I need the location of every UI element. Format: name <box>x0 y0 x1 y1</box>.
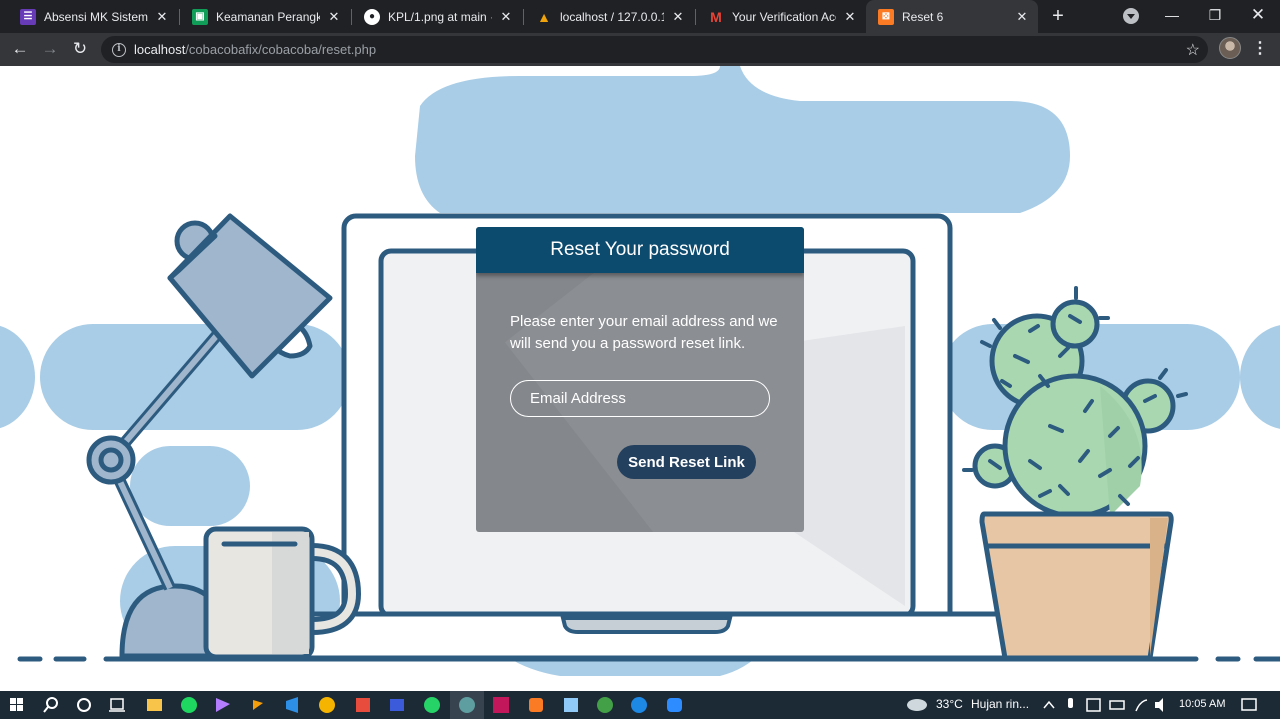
send-reset-link-button[interactable]: Send Reset Link <box>617 445 756 479</box>
close-icon[interactable]: ✕ <box>498 9 514 25</box>
clock[interactable]: 10:05 AM <box>1179 698 1225 710</box>
email-input[interactable] <box>510 380 770 417</box>
visual-studio-icon <box>216 698 230 712</box>
address-bar[interactable]: i localhost/cobacobafix/cobacoba/reset.p… <box>101 36 1208 63</box>
github-icon: ● <box>364 8 380 25</box>
reset-password-card: Reset Your password Please enter your em… <box>476 227 804 532</box>
phpmyadmin-icon: ▲ <box>537 8 551 25</box>
tab-title: Your Verification Acco <box>732 9 836 24</box>
restore-button[interactable]: ❐ <box>1200 4 1230 26</box>
chrome-icon <box>319 697 335 713</box>
task-view-icon <box>109 698 125 712</box>
menu-icon[interactable]: ⋮ <box>1252 38 1268 60</box>
file-explorer-icon <box>147 699 162 711</box>
battery-icon <box>1109 700 1125 710</box>
weather-cloud-icon <box>907 699 927 711</box>
weather-description[interactable]: Hujan rin... <box>971 697 1029 711</box>
tab-phpmyadmin[interactable]: ▲ localhost / 127.0.0.1 / c ✕ <box>524 0 694 33</box>
cortana-icon <box>77 698 91 712</box>
spotify-icon <box>181 697 197 713</box>
browser-toolbar: ← → ↻ i localhost/cobacobafix/cobacoba/r… <box>0 33 1280 66</box>
close-icon[interactable]: ✕ <box>154 9 170 25</box>
whatsapp-icon <box>424 697 440 713</box>
tab-title: Keamanan Perangkat L <box>216 9 320 24</box>
chrome-profile-icon <box>597 697 613 713</box>
profile-avatar[interactable] <box>1219 37 1241 59</box>
card-description: Please enter your email address and we w… <box>510 313 778 352</box>
tab-gmail[interactable]: M Your Verification Acco ✕ <box>696 0 866 33</box>
url-path: /cobacobafix/cobacoba/reset.php <box>185 42 377 57</box>
show-hidden-icons <box>1043 700 1055 709</box>
info-icon[interactable]: i <box>112 42 126 57</box>
app-icon-colorful <box>493 697 509 713</box>
classroom-icon: ▣ <box>192 8 208 25</box>
edge-icon <box>631 697 647 713</box>
url-text[interactable]: localhost/cobacobafix/cobacoba/reset.php <box>134 42 376 57</box>
reload-button[interactable]: ↻ <box>69 38 91 60</box>
minimize-button[interactable]: — <box>1157 4 1187 26</box>
close-icon[interactable]: ✕ <box>1014 9 1030 25</box>
tab-title: localhost / 127.0.0.1 / c <box>560 9 664 24</box>
tab-search-icon[interactable] <box>1123 8 1139 24</box>
tab-keamanan[interactable]: ▣ Keamanan Perangkat L ✕ <box>180 0 350 33</box>
tab-absensi[interactable]: ☰ Absensi MK Sistem Inf ✕ <box>8 0 178 33</box>
search-icon <box>43 697 58 713</box>
xampp-icon: ⊠ <box>878 8 894 25</box>
notes-icon <box>564 698 578 712</box>
close-icon[interactable]: ✕ <box>842 9 858 25</box>
taskbar-icons <box>10 691 1257 719</box>
back-button[interactable]: ← <box>9 38 31 60</box>
microphone-icon <box>1068 698 1073 708</box>
notification-icon <box>1241 698 1257 711</box>
windows-taskbar: 33°C Hujan rin... 10:05 AM <box>0 691 1280 719</box>
browser-tab-strip: ☰ Absensi MK Sistem Inf ✕ ▣ Keamanan Per… <box>0 0 1280 33</box>
volume-icon <box>1155 698 1163 712</box>
tab-title: Absensi MK Sistem Inf <box>44 9 148 24</box>
weather-temperature[interactable]: 33°C <box>936 697 963 711</box>
gmail-icon: M <box>710 8 722 25</box>
tab-title: Reset 6 <box>902 9 944 24</box>
tab-github[interactable]: ● KPL/1.png at main · kh ✕ <box>352 0 522 33</box>
sublime-icon <box>253 700 263 710</box>
chrome-active-icon <box>459 697 475 713</box>
card-title: Reset Your password <box>476 227 804 273</box>
bookmark-star-icon[interactable]: ☆ <box>1186 40 1200 60</box>
forms-icon: ☰ <box>20 8 36 25</box>
window-close-button[interactable]: ✕ <box>1243 4 1273 26</box>
close-icon[interactable]: ✕ <box>326 9 342 25</box>
close-icon[interactable]: ✕ <box>670 9 686 25</box>
app-icon-tv <box>390 699 404 711</box>
xampp-taskbar-icon <box>529 698 543 712</box>
new-tab-button[interactable]: + <box>1047 5 1069 27</box>
vscode-icon <box>286 697 298 713</box>
tab-reset[interactable]: ⊠ Reset 6 ✕ <box>866 0 1038 33</box>
meet-now-icon <box>1086 698 1101 712</box>
start-icon <box>10 698 23 711</box>
app-icon-grid <box>356 698 370 712</box>
url-host: localhost <box>134 42 186 57</box>
forward-button[interactable]: → <box>39 38 61 60</box>
page-content: Reset Your password Please enter your em… <box>0 66 1280 691</box>
wifi-icon <box>1135 699 1148 712</box>
tab-title: KPL/1.png at main · kh <box>388 9 492 24</box>
zoom-icon <box>667 698 682 712</box>
